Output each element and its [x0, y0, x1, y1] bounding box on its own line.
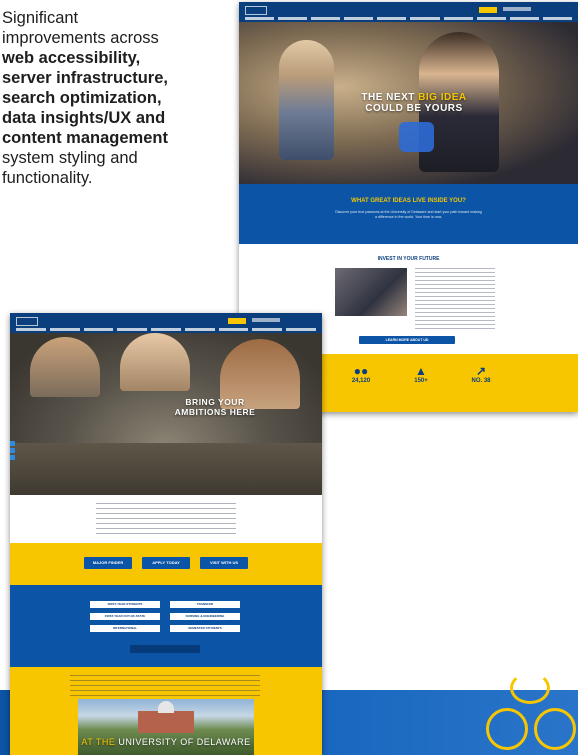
invest-title: INVEST IN YOUR FUTURE	[377, 256, 440, 262]
blue-object	[399, 122, 434, 152]
intro-line: Significant	[2, 9, 79, 27]
intro-paragraph-text	[96, 503, 236, 535]
main-nav[interactable]	[239, 17, 578, 20]
decorative-ring	[534, 708, 576, 750]
site-header	[10, 313, 322, 333]
decorative-ring	[510, 672, 550, 704]
apply-button[interactable]	[228, 318, 246, 324]
presentation-slide: Significant improvements across web acce…	[0, 0, 578, 755]
hero-image: BRING YOUR AMBITIONS HERE	[10, 333, 322, 495]
site-header	[239, 2, 578, 22]
campus-text	[70, 675, 260, 697]
hero-image: THE NEXT BIG IDEA COULD BE YOURS	[239, 22, 578, 184]
action-buttons-band: MAJOR FINDER APPLY TODAY VISIT WITH US	[10, 543, 322, 585]
stat-programs: ▲ 150+	[403, 364, 439, 384]
intro-paragraph	[10, 495, 322, 543]
intro-line: server infrastructure,	[2, 69, 168, 87]
ud-logo	[16, 317, 38, 326]
intro-line: system styling and	[2, 149, 138, 167]
campus-photo: AT THE UNIVERSITY OF DELAWARE	[78, 699, 254, 755]
social-sidebar[interactable]	[10, 441, 15, 460]
trend-chart-icon: ↗	[475, 364, 487, 378]
cta-band: WHAT GREAT IDEAS LIVE INSIDE YOU? Discov…	[239, 184, 578, 244]
website-screenshot-bring-your-ambitions: BRING YOUR AMBITIONS HERE MAJOR FINDER A…	[10, 313, 322, 755]
visit-with-us-button[interactable]: VISIT WITH US	[200, 557, 248, 569]
audience-links-band: FIRST-YEAR STUDENTS TRANSFER FIRST-YEAR …	[10, 585, 322, 667]
intro-text: Significant improvements across web acce…	[0, 8, 222, 188]
person-left	[30, 337, 100, 397]
graduation-cap-icon: ▲	[415, 364, 427, 378]
band-title: WHAT GREAT IDEAS LIVE INSIDE YOU?	[351, 198, 466, 204]
hero-title: THE NEXT BIG IDEA COULD BE YOURS	[361, 92, 467, 114]
more-button[interactable]	[130, 645, 200, 653]
stat-students: ●● 24,120	[343, 364, 379, 384]
apply-today-button[interactable]: APPLY TODAY	[142, 557, 190, 569]
audience-link[interactable]: FIRST-YEAR OUT-OF-STATE	[90, 613, 160, 620]
band-text: Discover your true passions at the Unive…	[335, 210, 482, 219]
audience-link[interactable]: FIRST-YEAR STUDENTS	[90, 601, 160, 608]
decorative-ring	[486, 708, 528, 750]
intro-line: search optimization,	[2, 89, 162, 107]
fossil-table	[10, 443, 322, 495]
audience-link[interactable]: TRANSFER	[170, 601, 240, 608]
person-left	[279, 40, 334, 160]
apply-button[interactable]	[479, 7, 497, 13]
header-icons	[503, 7, 531, 11]
campus-dome	[158, 701, 174, 713]
people-icon: ●●	[353, 364, 369, 378]
person-center	[120, 333, 190, 391]
invest-text	[415, 268, 495, 330]
intro-line: improvements across	[2, 29, 159, 47]
intro-line: data insights/UX and	[2, 109, 166, 127]
campus-building	[138, 711, 194, 733]
audience-link[interactable]: SEMESTER STUDENTS	[170, 625, 240, 632]
audience-link[interactable]: INTERNATIONAL	[90, 625, 160, 632]
intro-line: web accessibility,	[2, 49, 141, 67]
learn-more-button[interactable]: LEARN MORE ABOUT UD	[359, 336, 455, 344]
major-finder-button[interactable]: MAJOR FINDER	[84, 557, 132, 569]
hero-title: BRING YOUR AMBITIONS HERE	[174, 397, 256, 417]
header-icons	[252, 318, 280, 322]
main-nav[interactable]	[10, 328, 322, 331]
campus-section: AT THE UNIVERSITY OF DELAWARE	[10, 667, 322, 755]
intro-line: content management	[2, 129, 168, 147]
invest-photo	[335, 268, 407, 316]
audience-link[interactable]: NURSING & ENGINEERING	[170, 613, 240, 620]
campus-caption: AT THE UNIVERSITY OF DELAWARE	[81, 737, 251, 747]
ud-logo	[245, 6, 267, 15]
stat-ranking: ↗ NO. 38	[463, 364, 499, 384]
intro-line: functionality.	[2, 169, 93, 187]
